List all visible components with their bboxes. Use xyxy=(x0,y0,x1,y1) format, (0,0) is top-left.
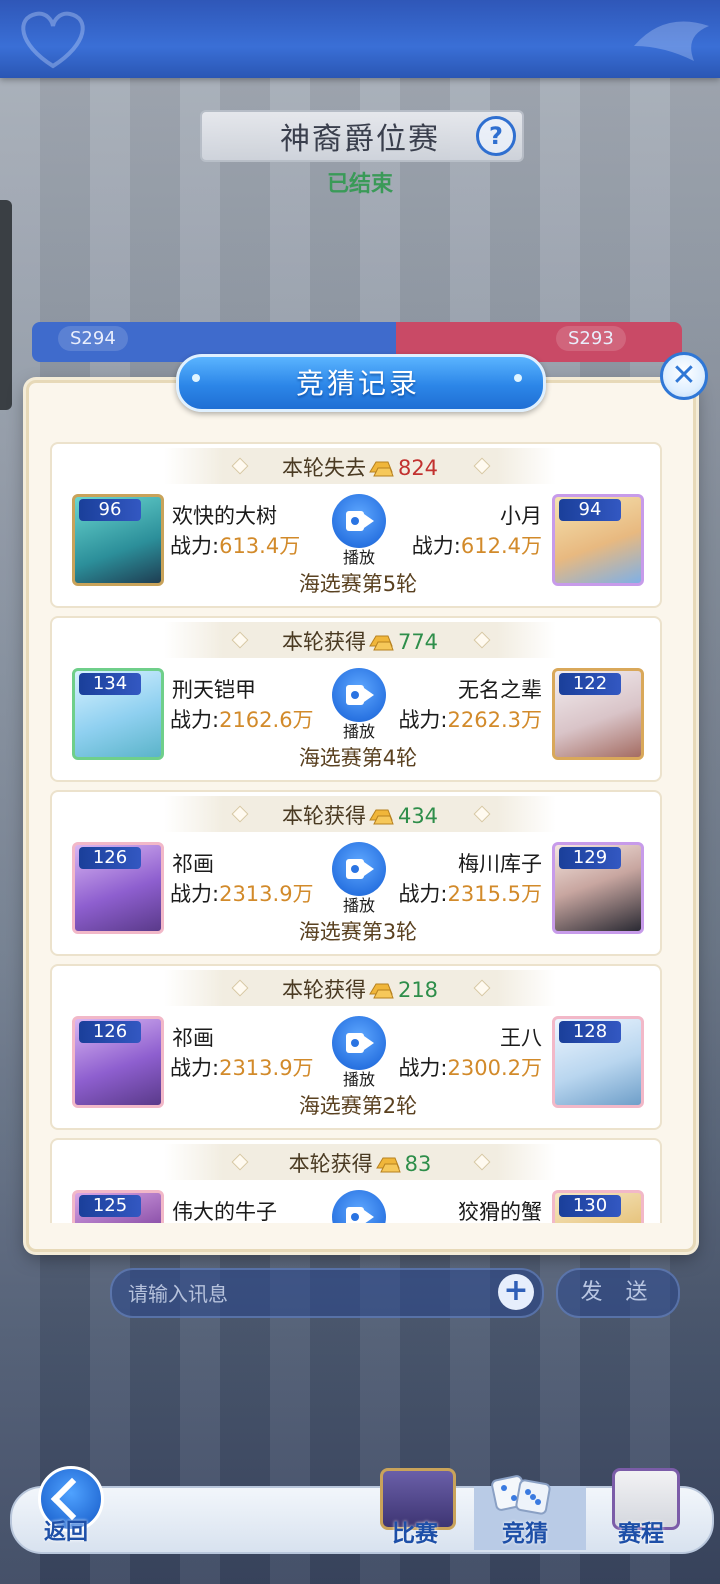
level-badge: 134 xyxy=(79,673,141,695)
result-amount: 774 xyxy=(397,630,439,654)
result-label: 本轮获得 xyxy=(281,630,366,654)
nav-schedule[interactable]: 赛程 xyxy=(618,1514,664,1548)
opponent-name: 小月 xyxy=(500,504,542,528)
record-card: 本轮失去 824 96 欢快的大树 战力:613.4万 播放 94 小月 战力:6… xyxy=(50,442,662,608)
round-label: 海选赛第3轮 xyxy=(298,920,418,944)
record-card: 本轮获得 774 134 刑天铠甲 战力:2162.6万 播放 122 无名之辈 … xyxy=(50,616,662,782)
gold-bar-icon xyxy=(369,461,394,477)
event-title: 神裔爵位赛 xyxy=(280,122,440,157)
round-label: 海选赛第2轮 xyxy=(298,1094,418,1118)
player-power: 战力:613.4万 xyxy=(170,534,301,558)
record-result: 本轮获得 434 xyxy=(164,800,556,830)
opponent-power: 战力:2262.3万 xyxy=(398,708,542,732)
wing-emblem-icon xyxy=(634,21,709,61)
record-card: 本轮获得 434 126 祁画 战力:2313.9万 播放 129 梅川库子 战力… xyxy=(50,790,662,956)
opponent-power: 战力:612.4万 xyxy=(411,534,542,558)
play-label: 播放 xyxy=(342,722,375,741)
gold-bar-icon xyxy=(375,1157,401,1173)
play-video-button[interactable] xyxy=(332,1190,386,1223)
result-label: 本轮获得 xyxy=(281,978,366,1002)
season-left: S294 xyxy=(58,326,128,351)
opponent-name: 梅川库子 xyxy=(458,852,542,876)
play-label: 播放 xyxy=(342,1070,375,1089)
player-name: 祁画 xyxy=(172,1026,214,1050)
player-power: 战力:2313.9万 xyxy=(170,1056,314,1080)
gold-bar-icon xyxy=(369,635,394,651)
level-badge: 126 xyxy=(79,847,141,869)
player-avatar[interactable]: 125 xyxy=(72,1190,164,1223)
player-name: 祁画 xyxy=(172,852,214,876)
level-badge: 129 xyxy=(559,847,621,869)
plus-icon[interactable]: + xyxy=(498,1274,534,1310)
round-label: 海选赛第5轮 xyxy=(298,572,418,596)
top-bar xyxy=(0,0,720,78)
record-result: 本轮获得 83 xyxy=(164,1148,556,1178)
opponent-name: 狡猾的蟹 xyxy=(458,1200,542,1223)
play-label: 播放 xyxy=(342,896,375,915)
heart-emblem-icon xyxy=(21,11,85,69)
result-amount: 824 xyxy=(397,456,439,480)
play-video-button[interactable] xyxy=(332,668,386,722)
player-power: 战力:2313.9万 xyxy=(170,882,314,906)
side-handle[interactable] xyxy=(0,200,12,410)
question-mark-icon[interactable]: ? xyxy=(476,116,516,156)
level-badge: 130 xyxy=(559,1195,621,1217)
back-label[interactable]: 返回 xyxy=(44,1514,88,1546)
result-amount: 83 xyxy=(404,1152,432,1176)
bottom-nav xyxy=(10,1486,714,1554)
record-result: 本轮失去 824 xyxy=(164,452,556,482)
level-badge: 122 xyxy=(559,673,621,695)
gold-bar-icon xyxy=(369,809,394,825)
record-card: 本轮获得 83 125 伟大的牛子 130 狡猾的蟹 xyxy=(50,1138,662,1223)
level-badge: 96 xyxy=(79,499,141,521)
play-video-button[interactable] xyxy=(332,494,386,548)
record-card: 本轮获得 218 126 祁画 战力:2313.9万 播放 128 王八 战力:2… xyxy=(50,964,662,1130)
event-status: 已结束 xyxy=(326,172,393,197)
play-video-button[interactable] xyxy=(332,842,386,896)
result-label: 本轮获得 xyxy=(281,804,366,828)
season-right: S293 xyxy=(556,326,626,351)
level-badge: 94 xyxy=(559,499,621,521)
modal-title: 竞猜记录 xyxy=(295,367,420,400)
result-amount: 434 xyxy=(397,804,439,828)
level-badge: 128 xyxy=(559,1021,621,1043)
player-name: 欢快的大树 xyxy=(172,504,277,528)
record-result: 本轮获得 218 xyxy=(164,974,556,1004)
result-label: 本轮失去 xyxy=(281,456,366,480)
level-badge: 125 xyxy=(79,1195,141,1217)
result-label: 本轮获得 xyxy=(288,1152,373,1176)
record-list[interactable]: 本轮失去 824 96 欢快的大树 战力:613.4万 播放 94 小月 战力:6… xyxy=(50,428,664,1223)
result-amount: 218 xyxy=(397,978,439,1002)
gold-bar-icon xyxy=(369,983,394,999)
opponent-name: 王八 xyxy=(500,1026,542,1050)
player-name: 伟大的牛子 xyxy=(172,1200,277,1223)
send-button[interactable]: 发 送 xyxy=(556,1268,680,1318)
record-result: 本轮获得 774 xyxy=(164,626,556,656)
nav-match[interactable]: 比赛 xyxy=(392,1514,438,1548)
opponent-power: 战力:2315.5万 xyxy=(398,882,542,906)
play-video-button[interactable] xyxy=(332,1016,386,1070)
close-icon[interactable]: ✕ xyxy=(660,352,708,400)
message-placeholder: 请输入讯息 xyxy=(128,1282,228,1306)
opponent-avatar[interactable]: 130 xyxy=(552,1190,644,1223)
round-label: 海选赛第4轮 xyxy=(298,746,418,770)
player-name: 刑天铠甲 xyxy=(172,678,256,702)
play-label: 播放 xyxy=(342,548,375,567)
opponent-power: 战力:2300.2万 xyxy=(398,1056,542,1080)
player-power: 战力:2162.6万 xyxy=(170,708,314,732)
nav-betting[interactable]: 竞猜 xyxy=(502,1514,548,1548)
opponent-name: 无名之辈 xyxy=(458,678,542,702)
level-badge: 126 xyxy=(79,1021,141,1043)
